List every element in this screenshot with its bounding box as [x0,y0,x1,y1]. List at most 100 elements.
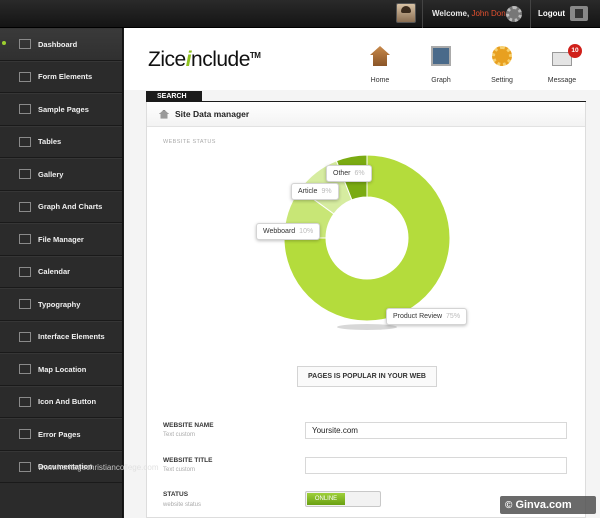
callout-webboard-name: Webboard [263,228,296,235]
sidebar-item-sample-pages[interactable]: Sample Pages [0,93,122,126]
website-title-field[interactable] [305,457,567,474]
website-name-field[interactable]: Yoursite.com [305,422,567,439]
callout-product-review-pct: 75% [446,313,461,320]
form-icon [19,71,31,82]
status-toggle[interactable]: ONLINE [305,491,381,507]
logout-icon[interactable] [570,6,588,21]
sidebar-item-form-elements[interactable]: Form Elements [0,60,122,93]
status-label: STATUS [163,491,189,498]
document-icon [19,461,31,472]
website-title-label: WEBSITE TITLE [163,457,213,464]
sidebar-item-gallery[interactable]: Gallery [0,158,122,191]
status-toggle-on: ONLINE [307,493,345,505]
header-graph-label: Graph [431,77,451,84]
header-setting-button[interactable]: Setting [476,46,528,87]
home-icon [370,46,390,66]
table-icon [19,136,31,147]
sidebar-item-error-pages[interactable]: Error Pages [0,418,122,451]
sidebar-item-label: Interface Elements [38,332,105,342]
watermark-left: www.heritagechristiancollege.com [38,463,159,472]
welcome-prefix: Welcome, [432,9,470,18]
callout-webboard: Webboard 10% [256,223,321,240]
callout-product-review-name: Product Review [393,313,443,320]
panel-header: Site Data manager [147,102,585,127]
sidebar-item-label: Calendar [38,267,71,277]
sidebar-item-label: File Manager [38,234,84,244]
watermark-right: © Ginva.com [500,496,596,514]
callout-article-name: Article [298,188,318,195]
sidebar-item-label: Sample Pages [38,104,89,114]
folder-icon [19,234,31,245]
map-pin-icon [19,364,31,375]
callout-webboard-pct: 10% [299,228,314,235]
website-status-chart [283,154,451,330]
panel-title: Site Data manager [175,109,250,119]
sidebar-item-dashboard[interactable]: Dashboard [0,28,122,61]
gear-icon[interactable] [506,6,522,22]
logo-suffix: nclude [191,48,250,71]
main-content: ZiceincludeTM Home Graph Setting 10 Mess… [124,28,600,518]
header-home-label: Home [370,77,390,84]
header-graph-button[interactable]: Graph [415,46,467,87]
divider [530,0,531,28]
top-bar: Welcome, John Don Logout [0,0,600,28]
callout-article: Article 9% [291,183,339,200]
sidebar-item-map-location[interactable]: Map Location [0,353,122,386]
header-home-button[interactable]: Home [354,46,406,87]
gear-icon [492,46,512,66]
error-icon [19,429,31,440]
website-name-sub: Text custom [163,432,196,438]
sidebar-item-calendar[interactable]: Calendar [0,255,122,288]
sidebar-item-label: Graph And Charts [38,202,103,212]
wrench-icon [19,396,31,407]
callout-other-name: Other [333,170,351,177]
sidebar-item-interface-elements[interactable]: Interface Elements [0,320,122,353]
gallery-icon [19,169,31,180]
typography-icon [19,299,31,310]
sidebar-item-label: Icon And Button [38,397,97,407]
logo-tm: TM [249,51,261,60]
logo-prefix: Zice [148,48,186,71]
page-icon [19,104,31,115]
sidebar-item-tables[interactable]: Tables [0,125,122,158]
sidebar-item-file-manager[interactable]: File Manager [0,223,122,256]
calendar-icon [19,266,31,277]
interface-icon [19,331,31,342]
copyright-symbol: © [505,500,513,511]
callout-other: Other 6% [326,165,372,182]
graph-icon [431,46,451,66]
sidebar-item-graph-and-charts[interactable]: Graph And Charts [0,190,122,223]
user-avatar[interactable] [396,3,416,23]
sidebar-item-icon-and-button[interactable]: Icon And Button [0,385,122,418]
sidebar-item-typography[interactable]: Typography [0,288,122,321]
welcome-text: Welcome, John Don [432,9,506,18]
header: ZiceincludeTM Home Graph Setting 10 Mess… [124,28,600,90]
header-message-button[interactable]: 10 Message [536,44,588,87]
sidebar-item-label: Gallery [38,169,64,179]
divider [422,0,423,28]
home-icon [159,109,169,119]
callout-article-pct: 9% [321,188,332,195]
logout-button[interactable]: Logout [538,9,565,18]
sidebar-item-label: Typography [38,299,81,309]
watermark-right-text: Ginva.com [515,499,572,511]
chart-icon [19,201,31,212]
logo[interactable]: ZiceincludeTM [148,48,261,72]
callout-product-review: Product Review 75% [386,308,468,325]
website-name-label: WEBSITE NAME [163,422,214,429]
chart-caption: PAGES IS POPULAR IN YOUR WEB [297,366,437,387]
username[interactable]: John Don [471,9,505,18]
message-count-badge: 10 [568,44,582,58]
header-setting-label: Setting [491,77,513,84]
site-data-panel: Site Data manager WEBSITE STATUS Other 6%… [146,102,586,518]
sidebar: Dashboard Form Elements Sample Pages Tables… [0,28,123,518]
callout-other-pct: 6% [354,170,365,177]
home-icon [19,39,31,50]
header-message-label: Message [547,77,577,84]
status-sub: website status [163,502,202,508]
sidebar-item-label: Error Pages [38,429,81,439]
sidebar-item-label: Map Location [38,364,87,374]
sidebar-item-label: Tables [38,137,62,147]
sidebar-item-label: Dashboard [38,39,78,49]
website-title-sub: Text custom [163,467,196,473]
